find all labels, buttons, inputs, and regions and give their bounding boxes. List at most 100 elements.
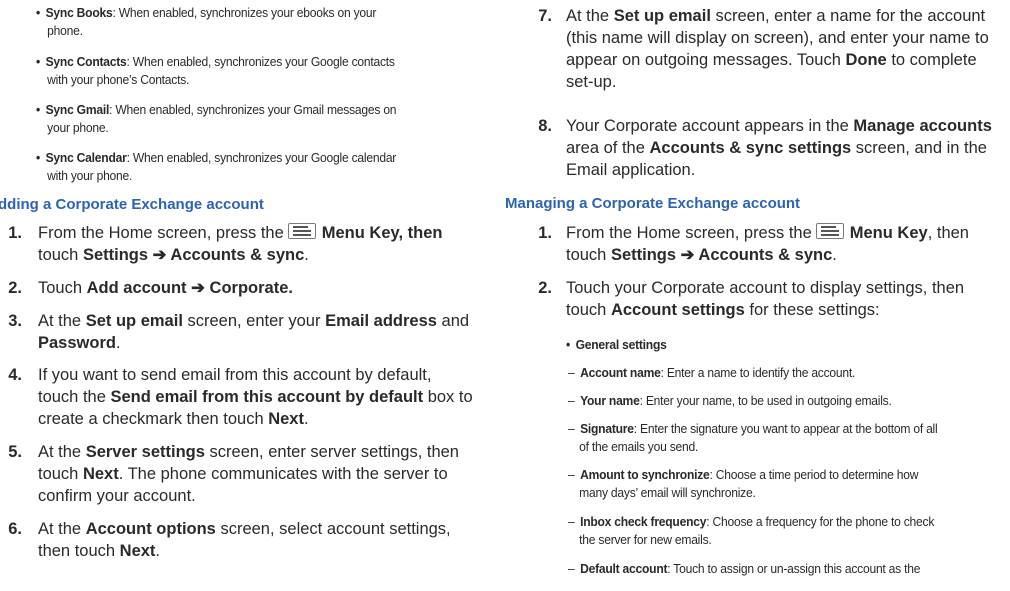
step-text-b: Set up email bbox=[85, 312, 183, 330]
step-text-g: . bbox=[303, 410, 309, 428]
dash-mark: – bbox=[568, 393, 575, 408]
manage-step-1: 1. From the Home screen, press the Menu K… bbox=[530, 222, 1010, 266]
step-3: 3. At the Set up email screen, enter you… bbox=[0, 310, 470, 354]
step-number: 2. bbox=[8, 279, 22, 297]
bullet-sync-gmail: • Sync Gmail: When enabled, synchronizes … bbox=[36, 101, 473, 136]
dash-desc: : Enter the signature you want to appear… bbox=[633, 421, 938, 436]
step-number: 1. bbox=[8, 224, 22, 242]
step-8: 8. Your Corporate account appears in the… bbox=[530, 115, 1010, 181]
dash-desc: : Choose a time period to determine how bbox=[709, 467, 919, 482]
bullet-desc: : When enabled, synchronizes your Google… bbox=[126, 150, 397, 165]
section-heading-adding-corporate: dding a Corporate Exchange account bbox=[0, 196, 264, 213]
bullet-dot: • bbox=[36, 54, 41, 69]
step-text-f: Done bbox=[845, 51, 887, 69]
step-text-c: screen, enter your bbox=[182, 312, 326, 330]
dash-desc: : Choose a frequency for the phone to ch… bbox=[706, 514, 935, 529]
menu-key-icon bbox=[287, 223, 316, 239]
step-4: 4. If you want to send email from this a… bbox=[0, 364, 473, 430]
dash-signature: – Signature: Enter the signature you want… bbox=[568, 420, 996, 455]
bullet-sync-calendar: • Sync Calendar: When enabled, synchroniz… bbox=[36, 149, 473, 184]
bullet-desc: : When enabled, synchronizes your Google… bbox=[126, 54, 395, 69]
menu-key-icon bbox=[815, 223, 844, 239]
step-text-f: . bbox=[832, 246, 837, 264]
step-text-g: confirm your account. bbox=[38, 487, 196, 505]
step-text-d: for these settings: bbox=[744, 301, 880, 319]
step-text-e: and bbox=[436, 312, 470, 330]
step-text-b: touch bbox=[566, 301, 611, 319]
step-text-d: box to bbox=[423, 388, 473, 406]
step-text-e: . bbox=[304, 246, 309, 264]
step-number: 4. bbox=[8, 366, 22, 384]
step-text: At the Server settings screen, enter ser… bbox=[38, 441, 459, 507]
step-text-a: From the Home screen, press the bbox=[38, 224, 284, 242]
step-text: At the Account options screen, select ac… bbox=[38, 518, 451, 562]
step-1: 1. From the Home screen, press the Menu K… bbox=[0, 222, 470, 266]
dash-term: Signature bbox=[580, 421, 634, 436]
step-text-c: screen, select account settings, bbox=[215, 520, 451, 538]
step-text: If you want to send email from this acco… bbox=[38, 364, 473, 430]
step-text-f: Password bbox=[38, 334, 116, 352]
step-text-a: At the bbox=[566, 7, 614, 25]
step-number: 6. bbox=[8, 520, 22, 538]
step-text-a: At the bbox=[38, 312, 86, 330]
dash-term: Inbox check frequency bbox=[580, 514, 707, 529]
step-text-e: appear on outgoing messages. Touch bbox=[566, 51, 846, 69]
step-text-a: At the bbox=[38, 520, 86, 538]
step-number: 3. bbox=[8, 312, 22, 330]
step-text-e: Next bbox=[82, 465, 119, 483]
step-number: 5. bbox=[8, 443, 22, 461]
step-text-c: touch bbox=[38, 246, 83, 264]
step-text-d: Email address bbox=[325, 312, 437, 330]
bullet-desc-cont: with your phone. bbox=[47, 167, 133, 183]
dash-desc-cont: the server for new emails. bbox=[579, 531, 712, 547]
dash-term: Your name bbox=[580, 393, 640, 408]
dash-amount-to-synchronize: – Amount to synchronize: Choose a time pe… bbox=[568, 466, 996, 501]
step-number: 7. bbox=[538, 7, 552, 25]
dash-account-name: – Account name: Enter a name to identify … bbox=[568, 364, 977, 382]
step-text-a: Your Corporate account appears in the bbox=[566, 117, 854, 135]
step-text-b: Menu Key bbox=[849, 224, 928, 242]
section-heading-managing-corporate: Managing a Corporate Exchange account bbox=[505, 195, 801, 212]
dash-default-account: – Default account: Touch to assign or un-… bbox=[568, 560, 996, 578]
dash-desc: : Enter your name, to be used in outgoin… bbox=[639, 393, 892, 408]
step-text-a: Touch bbox=[38, 279, 87, 297]
step-text-a: At the bbox=[38, 443, 86, 461]
step-5: 5. At the Server settings screen, enter … bbox=[0, 441, 470, 507]
step-text-c: area of the bbox=[566, 139, 650, 157]
bullet-dot: • bbox=[566, 337, 571, 352]
bullet-term: Sync Calendar bbox=[45, 150, 127, 165]
bullet-term: Sync Books bbox=[45, 5, 113, 20]
step-text-f: . The phone communicates with the server… bbox=[118, 465, 448, 483]
step-text-d: Settings ➔ Accounts & sync bbox=[82, 246, 305, 264]
step-text: From the Home screen, press the Menu Key,… bbox=[566, 222, 969, 266]
dash-desc: : Touch to assign or un-assign this acco… bbox=[667, 561, 921, 576]
step-text: Touch Add account ➔ Corporate. bbox=[38, 277, 293, 299]
bullet-dot: • bbox=[36, 150, 41, 165]
step-text: From the Home screen, press the Menu Key,… bbox=[38, 222, 442, 266]
step-text-b: Server settings bbox=[85, 443, 205, 461]
step-text-d: then touch bbox=[38, 542, 120, 560]
step-text-a: Touch your Corporate account to display … bbox=[566, 279, 965, 297]
step-text-g: to complete bbox=[886, 51, 977, 69]
bullet-term: Sync Gmail bbox=[45, 102, 110, 117]
dash-term: Default account bbox=[580, 561, 668, 576]
step-text: At the Set up email screen, enter a name… bbox=[566, 5, 989, 93]
bullet-desc-cont: your phone. bbox=[47, 119, 109, 135]
step-number: 8. bbox=[538, 117, 552, 135]
step-text-d: touch bbox=[566, 246, 611, 264]
bullet-desc: : When enabled, synchronizes your ebooks… bbox=[112, 5, 377, 20]
step-text: Touch your Corporate account to display … bbox=[566, 277, 964, 321]
bullet-dot: • bbox=[36, 102, 41, 117]
step-text-b: Menu Key, then bbox=[321, 224, 443, 242]
step-text-d: Accounts & sync settings bbox=[649, 139, 852, 157]
dash-mark: – bbox=[568, 514, 575, 529]
step-text-f: Next bbox=[268, 410, 304, 428]
manage-step-2: 2. Touch your Corporate account to displ… bbox=[530, 277, 1010, 321]
step-text-d: touch bbox=[38, 465, 83, 483]
step-text-h: set-up. bbox=[566, 73, 617, 91]
step-text-f: . bbox=[155, 542, 161, 560]
step-text-e: Next bbox=[119, 542, 156, 560]
step-2: 2. Touch Add account ➔ Corporate. bbox=[0, 277, 470, 299]
dash-mark: – bbox=[568, 467, 575, 482]
step-text-b: touch the bbox=[38, 388, 111, 406]
